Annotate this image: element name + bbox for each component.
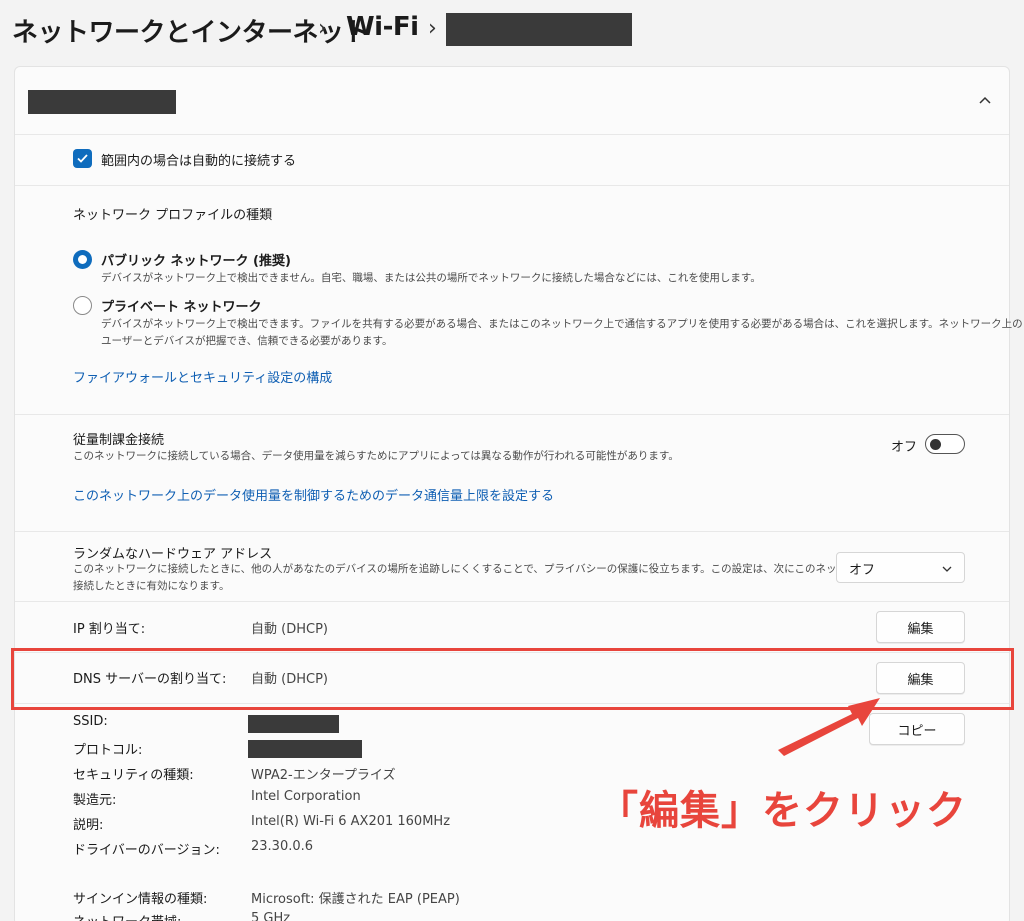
divider bbox=[15, 185, 1009, 186]
metered-state-label: オフ bbox=[891, 440, 918, 455]
private-network-description-line2: ユーザーとデバイスが把握でき、信頼できる必要があります。 bbox=[101, 335, 393, 347]
divider bbox=[15, 601, 1009, 602]
metered-connection-toggle[interactable] bbox=[925, 434, 965, 454]
public-network-label: パブリック ネットワーク (推奨) bbox=[101, 254, 291, 269]
breadcrumb-separator: › bbox=[428, 16, 437, 41]
security-type-value: WPA2-エンタープライズ bbox=[251, 768, 396, 783]
arrow-icon bbox=[778, 698, 880, 756]
chevron-up-icon[interactable] bbox=[976, 92, 994, 110]
random-hw-address-dropdown[interactable]: オフ bbox=[836, 552, 965, 583]
private-network-label: プライベート ネットワーク bbox=[101, 300, 262, 315]
network-band-value: 5 GHz bbox=[251, 911, 291, 921]
manufacturer-value: Intel Corporation bbox=[251, 789, 361, 804]
public-network-radio[interactable] bbox=[73, 250, 92, 269]
description-value: Intel(R) Wi-Fi 6 AX201 160MHz bbox=[251, 814, 451, 829]
ssid-label: SSID: bbox=[73, 714, 108, 729]
driver-version-label: ドライバーのバージョン: bbox=[73, 843, 220, 858]
random-hw-address-title: ランダムなハードウェア アドレス bbox=[73, 547, 273, 562]
auto-connect-label: 範囲内の場合は自動的に接続する bbox=[101, 154, 297, 169]
check-icon bbox=[77, 154, 88, 163]
random-hw-address-description-line2: 接続したときに有効になります。 bbox=[73, 580, 230, 592]
divider bbox=[15, 134, 1009, 135]
signin-type-label: サインイン情報の種類: bbox=[73, 892, 208, 907]
breadcrumb-wifi[interactable]: Wi-Fi bbox=[346, 12, 419, 42]
annotation-click-edit: 「編集」をクリック bbox=[598, 788, 967, 834]
breadcrumb-separator: › bbox=[318, 16, 327, 41]
data-limit-link[interactable]: このネットワーク上のデータ使用量を制御するためのデータ通信量上限を設定する bbox=[73, 485, 554, 504]
dropdown-value: オフ bbox=[849, 563, 876, 578]
divider bbox=[15, 414, 1009, 415]
public-network-description: デバイスがネットワーク上で検出できません。自宅、職場、または公共の場所でネットワ… bbox=[101, 272, 761, 284]
ssid-value-redacted bbox=[248, 715, 339, 733]
driver-version-value: 23.30.0.6 bbox=[251, 839, 314, 854]
profile-type-title: ネットワーク プロファイルの種類 bbox=[73, 208, 273, 223]
security-type-label: セキュリティの種類: bbox=[73, 768, 194, 783]
divider bbox=[15, 531, 1009, 532]
signin-type-value: Microsoft: 保護された EAP (PEAP) bbox=[251, 892, 460, 907]
metered-connection-title: 従量制課金接続 bbox=[73, 433, 165, 448]
breadcrumb-network[interactable]: ネットワークとインターネット bbox=[12, 12, 370, 49]
network-name-redacted bbox=[28, 90, 176, 114]
ip-edit-button[interactable]: 編集 bbox=[876, 611, 965, 643]
private-network-radio[interactable] bbox=[73, 296, 92, 315]
ip-assignment-value: 自動 (DHCP) bbox=[251, 622, 328, 637]
metered-connection-description: このネットワークに接続している場合、データ使用量を減らすためにアプリによっては異… bbox=[73, 450, 679, 462]
protocol-value-redacted bbox=[248, 740, 362, 758]
firewall-settings-link[interactable]: ファイアウォールとセキュリティ設定の構成 bbox=[73, 367, 332, 386]
manufacturer-label: 製造元: bbox=[73, 793, 117, 808]
auto-connect-checkbox[interactable] bbox=[73, 149, 92, 168]
ip-assignment-label: IP 割り当て: bbox=[73, 622, 146, 637]
description-label: 説明: bbox=[73, 818, 104, 833]
breadcrumb-network-name-redacted bbox=[446, 13, 632, 46]
network-band-label: ネットワーク帯域: bbox=[73, 911, 181, 921]
chevron-down-icon bbox=[942, 566, 952, 572]
random-hw-address-description-line1: このネットワークに接続したときに、他の人があなたのデバイスの場所を追跡しにくくす… bbox=[73, 563, 889, 575]
private-network-description-line1: デバイスがネットワーク上で検出できます。ファイルを共有する必要がある場合、または… bbox=[101, 318, 1023, 330]
protocol-label: プロトコル: bbox=[73, 743, 143, 758]
